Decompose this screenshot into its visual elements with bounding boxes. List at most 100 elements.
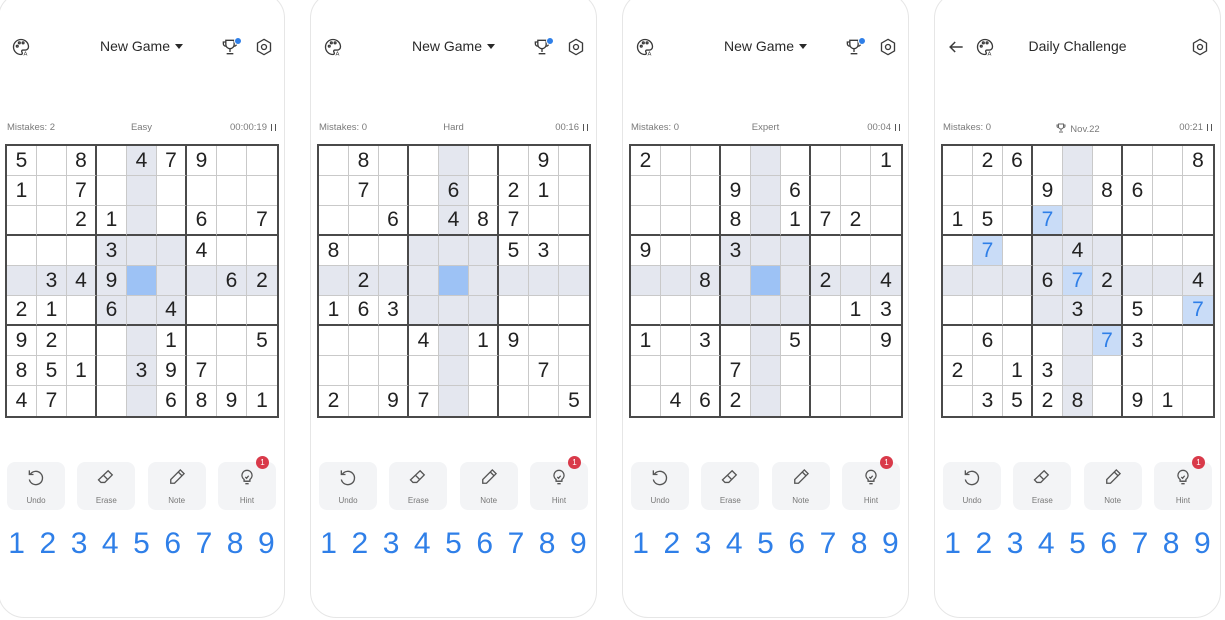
board-cell[interactable]: 3: [1063, 296, 1093, 326]
board-cell[interactable]: 4: [67, 266, 97, 296]
number-key[interactable]: 8: [220, 527, 250, 567]
number-key[interactable]: 4: [95, 527, 125, 567]
board-cell[interactable]: [1183, 236, 1213, 266]
board-cell[interactable]: [379, 326, 409, 356]
board-cell[interactable]: [1183, 176, 1213, 206]
number-key[interactable]: 6: [158, 527, 188, 567]
board-cell[interactable]: [349, 386, 379, 416]
board-cell[interactable]: 3: [691, 326, 721, 356]
board-cell[interactable]: 2: [349, 266, 379, 296]
board-cell[interactable]: [319, 146, 349, 176]
note-button[interactable]: Note: [1083, 462, 1142, 510]
board-cell[interactable]: 7: [1033, 206, 1063, 236]
board-cell[interactable]: 6: [97, 296, 127, 326]
number-key[interactable]: 7: [1125, 527, 1155, 567]
board-cell[interactable]: [157, 236, 187, 266]
board-cell[interactable]: [559, 176, 589, 206]
undo-button[interactable]: Undo: [943, 462, 1001, 510]
board-cell[interactable]: [691, 236, 721, 266]
hint-button[interactable]: Hint 1: [217, 456, 276, 510]
board-cell[interactable]: 9: [499, 326, 529, 356]
board-cell[interactable]: 5: [1123, 296, 1153, 326]
board-cell[interactable]: 4: [439, 206, 469, 236]
board-cell[interactable]: [157, 176, 187, 206]
note-button[interactable]: Note: [459, 462, 518, 510]
number-key[interactable]: 1: [2, 527, 32, 567]
erase-button[interactable]: Erase: [77, 462, 136, 510]
board-cell[interactable]: [943, 176, 973, 206]
board-cell[interactable]: 8: [721, 206, 751, 236]
board-cell[interactable]: [499, 146, 529, 176]
board-cell[interactable]: 3: [37, 266, 67, 296]
board-cell[interactable]: 6: [691, 386, 721, 416]
board-cell[interactable]: 4: [1063, 236, 1093, 266]
board-cell[interactable]: 4: [157, 296, 187, 326]
board-cell[interactable]: 3: [127, 356, 157, 386]
board-cell[interactable]: [319, 206, 349, 236]
board-cell[interactable]: [1003, 206, 1033, 236]
board-cell[interactable]: 8: [469, 206, 499, 236]
board-cell[interactable]: [67, 296, 97, 326]
board-cell[interactable]: [349, 356, 379, 386]
board-cell[interactable]: 7: [1063, 266, 1093, 296]
number-key[interactable]: 9: [563, 527, 593, 567]
board-cell[interactable]: 6: [1003, 146, 1033, 176]
board-cell[interactable]: [499, 266, 529, 296]
board-cell[interactable]: 9: [97, 266, 127, 296]
board-cell[interactable]: [217, 326, 247, 356]
board-cell[interactable]: [661, 236, 691, 266]
board-cell[interactable]: 8: [1093, 176, 1123, 206]
board-cell[interactable]: 8: [1063, 386, 1093, 416]
board-cell[interactable]: 2: [319, 386, 349, 416]
board-cell[interactable]: [529, 296, 559, 326]
board-cell[interactable]: 8: [319, 236, 349, 266]
board-cell[interactable]: 7: [973, 236, 1003, 266]
board-cell[interactable]: 8: [187, 386, 217, 416]
board-cell[interactable]: 7: [1183, 296, 1213, 326]
board-cell[interactable]: 6: [157, 386, 187, 416]
board-cell[interactable]: [841, 326, 871, 356]
board-cell[interactable]: 8: [691, 266, 721, 296]
board-cell[interactable]: [1153, 176, 1183, 206]
number-key[interactable]: 1: [626, 527, 656, 567]
board-cell[interactable]: [811, 386, 841, 416]
board-cell[interactable]: [1123, 146, 1153, 176]
board-cell[interactable]: [1093, 146, 1123, 176]
board-cell[interactable]: 5: [559, 386, 589, 416]
board-cell[interactable]: 7: [409, 386, 439, 416]
board-cell[interactable]: 2: [973, 146, 1003, 176]
board-cell[interactable]: [841, 146, 871, 176]
board-cell[interactable]: [871, 356, 901, 386]
board-cell[interactable]: [1183, 386, 1213, 416]
board-cell[interactable]: 9: [721, 176, 751, 206]
board-cell[interactable]: 1: [871, 146, 901, 176]
board-cell[interactable]: [1183, 206, 1213, 236]
board-cell[interactable]: [439, 326, 469, 356]
board-cell[interactable]: 9: [157, 356, 187, 386]
board-cell[interactable]: [217, 296, 247, 326]
board-cell[interactable]: 7: [721, 356, 751, 386]
board-cell[interactable]: 2: [7, 296, 37, 326]
board-cell[interactable]: [721, 266, 751, 296]
board-cell[interactable]: [661, 356, 691, 386]
board-cell[interactable]: [439, 356, 469, 386]
board-cell[interactable]: [1093, 236, 1123, 266]
number-key[interactable]: 7: [189, 527, 219, 567]
board-cell[interactable]: [751, 206, 781, 236]
board-cell[interactable]: 5: [1003, 386, 1033, 416]
number-key[interactable]: 2: [345, 527, 375, 567]
board-cell[interactable]: [247, 146, 277, 176]
board-cell[interactable]: 2: [499, 176, 529, 206]
number-key[interactable]: 3: [1000, 527, 1030, 567]
board-cell[interactable]: 2: [37, 326, 67, 356]
board-cell[interactable]: 3: [721, 236, 751, 266]
board-cell[interactable]: [409, 356, 439, 386]
board-cell[interactable]: [217, 176, 247, 206]
board-cell[interactable]: [349, 236, 379, 266]
board-cell[interactable]: [7, 206, 37, 236]
board-cell[interactable]: [1153, 326, 1183, 356]
board-cell[interactable]: [871, 386, 901, 416]
board-cell[interactable]: [379, 236, 409, 266]
board-cell[interactable]: 1: [1153, 386, 1183, 416]
board-cell[interactable]: [559, 146, 589, 176]
